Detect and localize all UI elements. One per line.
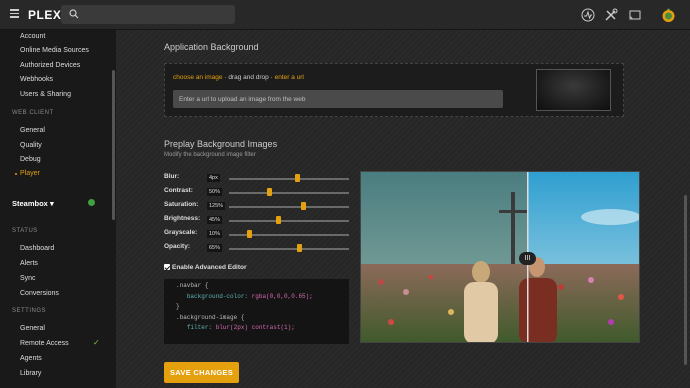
slider-track[interactable] xyxy=(229,248,349,250)
sidebar xyxy=(0,30,116,388)
slider-track[interactable] xyxy=(229,220,349,222)
server-status-icon xyxy=(88,199,95,206)
slider-value: 50% xyxy=(207,188,223,196)
slider-label: Saturation: xyxy=(164,201,199,208)
sidebar-heading-settings: SETTINGS xyxy=(12,308,47,314)
sidebar-item-settings-general[interactable]: General xyxy=(20,325,45,332)
code-line: background-color: rgba(0,0,0,0.65); xyxy=(186,292,313,300)
slider-value: 4px xyxy=(207,174,220,182)
menu-icon[interactable] xyxy=(10,9,19,18)
cast-icon[interactable] xyxy=(628,8,642,22)
slider-label: Contrast: xyxy=(164,187,193,194)
server-name: Steambox xyxy=(12,199,48,208)
upload-options: choose an image · drag and drop · enter … xyxy=(173,74,304,81)
advanced-editor-label: Enable Advanced Editor xyxy=(172,264,247,271)
tools-icon[interactable] xyxy=(604,8,618,22)
search-icon xyxy=(69,9,79,19)
user-avatar[interactable] xyxy=(661,7,676,23)
slider-track[interactable] xyxy=(229,192,349,194)
code-line: } xyxy=(176,303,180,310)
slider-label: Brightness: xyxy=(164,215,201,222)
section-subtitle-preplay: Modify the background image filter xyxy=(164,152,256,158)
slider-thumb[interactable] xyxy=(246,230,252,238)
slider-track[interactable] xyxy=(229,206,349,208)
server-selector[interactable]: Steambox ▾ xyxy=(12,199,54,208)
main-scrollbar[interactable] xyxy=(684,195,687,365)
active-indicator-dot xyxy=(15,173,17,175)
slider-value: 10% xyxy=(207,230,223,238)
section-title-preplay: Preplay Background Images xyxy=(164,139,278,149)
background-preview-thumbnail xyxy=(536,69,611,111)
section-title-application-background: Application Background xyxy=(164,42,259,52)
slider-thumb[interactable] xyxy=(267,188,273,196)
sidebar-scrollbar[interactable] xyxy=(112,70,115,220)
url-input[interactable] xyxy=(173,90,503,108)
slider-thumb[interactable] xyxy=(294,174,300,182)
sidebar-item-library[interactable]: Library xyxy=(20,370,41,377)
enter-url-link[interactable]: enter a url xyxy=(275,74,304,81)
sidebar-item-debug[interactable]: Debug xyxy=(20,156,41,163)
slider-value: 65% xyxy=(207,244,223,252)
compare-slider-handle[interactable]: III xyxy=(519,252,536,265)
drag-drop-text: drag and drop xyxy=(228,74,269,81)
sidebar-item-account[interactable]: Account xyxy=(20,33,45,40)
separator: · xyxy=(224,74,227,81)
sidebar-item-agents[interactable]: Agents xyxy=(20,355,42,362)
sidebar-heading-web-client: WEB CLIENT xyxy=(12,110,54,116)
check-icon: ✓ xyxy=(93,338,100,347)
preview-comparison-image: III xyxy=(360,171,640,343)
sidebar-item-dashboard[interactable]: Dashboard xyxy=(20,245,54,252)
search-input[interactable] xyxy=(61,5,235,24)
code-line: .navbar { xyxy=(176,282,209,289)
sidebar-item-alerts[interactable]: Alerts xyxy=(20,260,38,267)
slider-value: 45% xyxy=(207,216,223,224)
chevron-down-icon: ▾ xyxy=(49,199,54,208)
slider-label: Blur: xyxy=(164,173,180,180)
slider-thumb[interactable] xyxy=(297,244,303,252)
separator: · xyxy=(270,74,273,81)
choose-image-link[interactable]: choose an image xyxy=(173,74,223,81)
slider-track[interactable] xyxy=(229,178,349,180)
sidebar-item-remote-access[interactable]: Remote Access xyxy=(20,340,69,347)
code-line: .background-image { xyxy=(176,313,245,321)
advanced-editor-checkbox[interactable] xyxy=(164,264,170,270)
sidebar-item-webhooks[interactable]: Webhooks xyxy=(20,76,53,83)
sidebar-item-player[interactable]: Player xyxy=(20,170,40,177)
activity-icon[interactable] xyxy=(581,8,595,22)
sidebar-item-general[interactable]: General xyxy=(20,127,45,134)
sidebar-item-quality[interactable]: Quality xyxy=(20,142,42,149)
slider-label: Opacity: xyxy=(164,243,191,250)
save-changes-button[interactable]: SAVE CHANGES xyxy=(164,362,239,383)
css-code-editor[interactable]: .navbar { background-color: rgba(0,0,0,0… xyxy=(164,279,349,344)
sidebar-item-authorized-devices[interactable]: Authorized Devices xyxy=(20,62,80,69)
slider-value: 125% xyxy=(207,202,226,210)
sidebar-item-conversions[interactable]: Conversions xyxy=(20,290,59,297)
sidebar-item-sync[interactable]: Sync xyxy=(20,275,36,282)
slider-label: Grayscale: xyxy=(164,229,198,236)
preview-image-scene xyxy=(361,172,639,342)
top-bar: PLEX xyxy=(0,0,690,30)
sidebar-item-online-media-sources[interactable]: Online Media Sources xyxy=(20,47,89,54)
sidebar-heading-status: STATUS xyxy=(12,228,38,234)
code-line: filter: blur(2px) contrast(1); xyxy=(186,324,295,331)
plex-logo[interactable]: PLEX xyxy=(28,8,61,22)
slider-thumb[interactable] xyxy=(300,202,306,210)
sidebar-item-users-sharing[interactable]: Users & Sharing xyxy=(20,91,71,98)
slider-thumb[interactable] xyxy=(275,216,281,224)
